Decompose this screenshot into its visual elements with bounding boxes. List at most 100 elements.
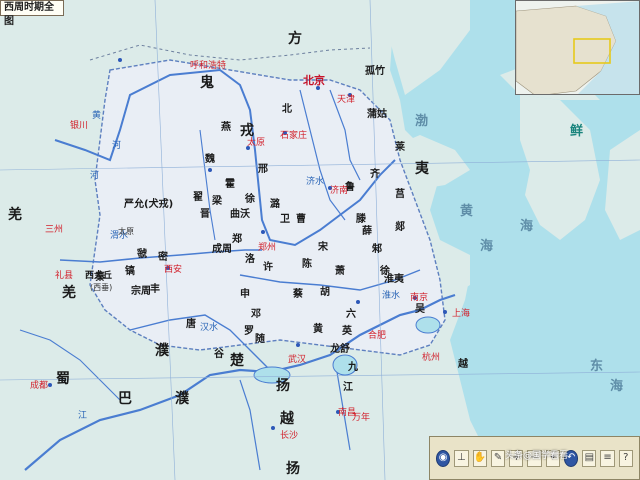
label-lu2: 潞 — [270, 199, 280, 210]
label-xu2: 许 — [263, 262, 273, 273]
label-quwo: 曲沃 — [230, 209, 250, 220]
label-xian: 西安 — [164, 265, 183, 275]
label-lixian: 礼县 — [55, 271, 74, 281]
label-chengdu: 成都 — [30, 381, 49, 391]
label-yan: 燕 — [221, 122, 231, 133]
map-title: 西周时期全图 — [0, 0, 64, 27]
help-icon[interactable]: ? — [618, 449, 633, 467]
label-nanjing: 南京 — [410, 293, 429, 303]
label-yue: 越 — [280, 411, 294, 427]
label-huanghai: 黄 — [460, 204, 474, 219]
label-river-huang: 黄 — [92, 111, 102, 121]
label-shen: 申 — [240, 289, 250, 300]
label-xianbei: 鲜 — [570, 124, 584, 139]
label-ju: 莒 — [395, 189, 405, 200]
label-cai: 蔡 — [293, 289, 303, 300]
label-yue2: 越 — [458, 359, 468, 370]
label-shijiazhuang: 石家庄 — [280, 131, 308, 141]
label-bohai: 渤 — [415, 114, 429, 129]
label-qi: 齐 — [370, 169, 380, 180]
label-huang: 黄 — [313, 324, 323, 335]
label-jinan: 济南 — [330, 186, 349, 196]
label-wei2: 卫 — [280, 214, 290, 225]
label-jiangbig: 江 — [343, 382, 353, 393]
label-mi: 密 — [158, 252, 168, 263]
label-xichui: (西垂) — [90, 283, 113, 292]
label-gu: 谷 — [214, 349, 224, 360]
label-jiu: 九 — [348, 362, 358, 373]
label-qiang-left: 羌 — [8, 207, 22, 223]
label-taiyuan: 太原 — [247, 138, 266, 148]
label-yang: 扬 — [276, 378, 290, 394]
label-fang: 方 — [288, 31, 302, 47]
label-bei: 北 — [282, 104, 292, 115]
label-zhu: 邾 — [372, 244, 382, 255]
label-tianjin: 天津 — [337, 95, 356, 105]
label-yang2: 扬 — [286, 461, 300, 477]
label-guzhu: 孤竹 — [365, 66, 385, 77]
label-xixi: 西犬丘 — [85, 271, 113, 281]
label-hangzhou: 杭州 — [422, 353, 441, 363]
label-xing: 邢 — [258, 164, 268, 175]
label-xu: 徐 — [245, 194, 255, 205]
label-river-he2: 河 — [90, 171, 100, 181]
label-ying: 英 — [342, 326, 352, 337]
label-wei: 魏 — [205, 154, 215, 165]
label-zheng: 郑 — [232, 234, 242, 245]
label-donghai-2: 海 — [610, 379, 624, 394]
label-donghai: 东 — [590, 359, 604, 374]
pan-icon[interactable]: ✋ — [472, 449, 487, 467]
label-huaiyi: 淮夷 — [384, 274, 404, 285]
label-deng: 邓 — [251, 309, 261, 320]
label-hanshui: 汉水 — [200, 323, 219, 333]
label-cao: 曹 — [296, 214, 306, 225]
label-zhai: 翟 — [193, 192, 203, 203]
label-taiyuan2: 太原 — [118, 227, 134, 236]
label-river-he: 河 — [112, 141, 122, 151]
label-liu: 六 — [346, 309, 356, 320]
label-tan: 郯 — [395, 222, 405, 233]
label-huhehaote: 呼和浩特 — [190, 61, 227, 71]
label-jin: 晋 — [200, 209, 210, 220]
label-jishui: 济水 — [306, 177, 325, 187]
label-liang: 梁 — [212, 196, 222, 207]
label-zhengzhou: 郑州 — [258, 243, 277, 253]
label-gui: 鬼 — [200, 75, 214, 91]
plot-icon[interactable]: ⊥ — [454, 449, 469, 467]
label-song: 宋 — [318, 242, 328, 253]
label-sea3: 海 — [520, 219, 534, 234]
label-ba: 巴 — [118, 391, 132, 407]
label-yi: 夷 — [415, 161, 429, 177]
watermark: 头条@国学看看 — [505, 451, 569, 461]
layers-icon[interactable]: ≡ — [600, 449, 615, 467]
label-beijing: 北京 — [303, 74, 325, 87]
label-huaishui: 淮水 — [382, 291, 401, 301]
label-wannian: 万年 — [352, 413, 371, 423]
label-hu: 胡 — [320, 287, 330, 298]
label-jiang: 江 — [78, 411, 88, 421]
label-hefei: 合肥 — [368, 331, 387, 341]
label-shu: 蜀 — [56, 371, 70, 387]
label-yanrong: 严允(犬戎) — [124, 199, 174, 210]
label-guo: 虢 — [137, 249, 147, 260]
label-shanghai: 上海 — [452, 309, 471, 319]
label-huanghai-2: 海 — [480, 239, 494, 254]
label-feng: 丰 — [150, 284, 160, 295]
label-luo2: 罗 — [244, 326, 254, 337]
label-lai: 莱 — [395, 142, 405, 153]
globe-icon[interactable]: ◉ — [436, 449, 451, 467]
label-xiao: 萧 — [335, 266, 345, 277]
label-changsha: 长沙 — [280, 431, 299, 441]
label-pu: 濮 — [155, 343, 169, 359]
draw-icon[interactable]: ✎ — [490, 449, 506, 467]
label-yinchuan: 银川 — [70, 121, 89, 131]
label-luo: 洛 — [245, 254, 255, 265]
inset-overview-map[interactable] — [515, 0, 640, 95]
print-icon[interactable]: ▤ — [582, 449, 597, 467]
label-zongzhou: 宗周 — [131, 286, 151, 297]
label-pugu: 蒲姑 — [367, 109, 387, 120]
label-hao: 镐 — [125, 266, 135, 277]
label-chen: 陈 — [302, 259, 312, 270]
label-qiang: 羌 — [62, 285, 76, 301]
label-sui: 随 — [255, 334, 265, 345]
